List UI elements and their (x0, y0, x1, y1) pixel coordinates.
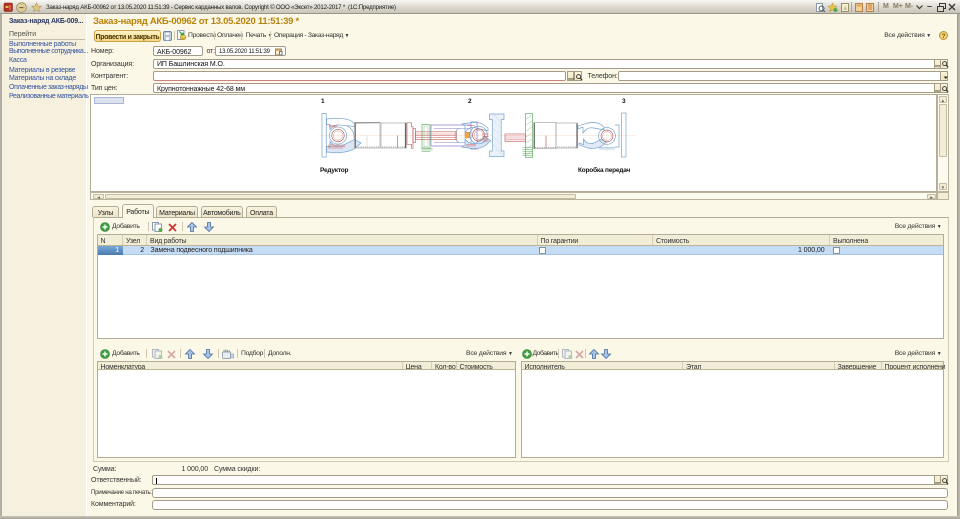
svg-text:?: ? (942, 33, 946, 40)
